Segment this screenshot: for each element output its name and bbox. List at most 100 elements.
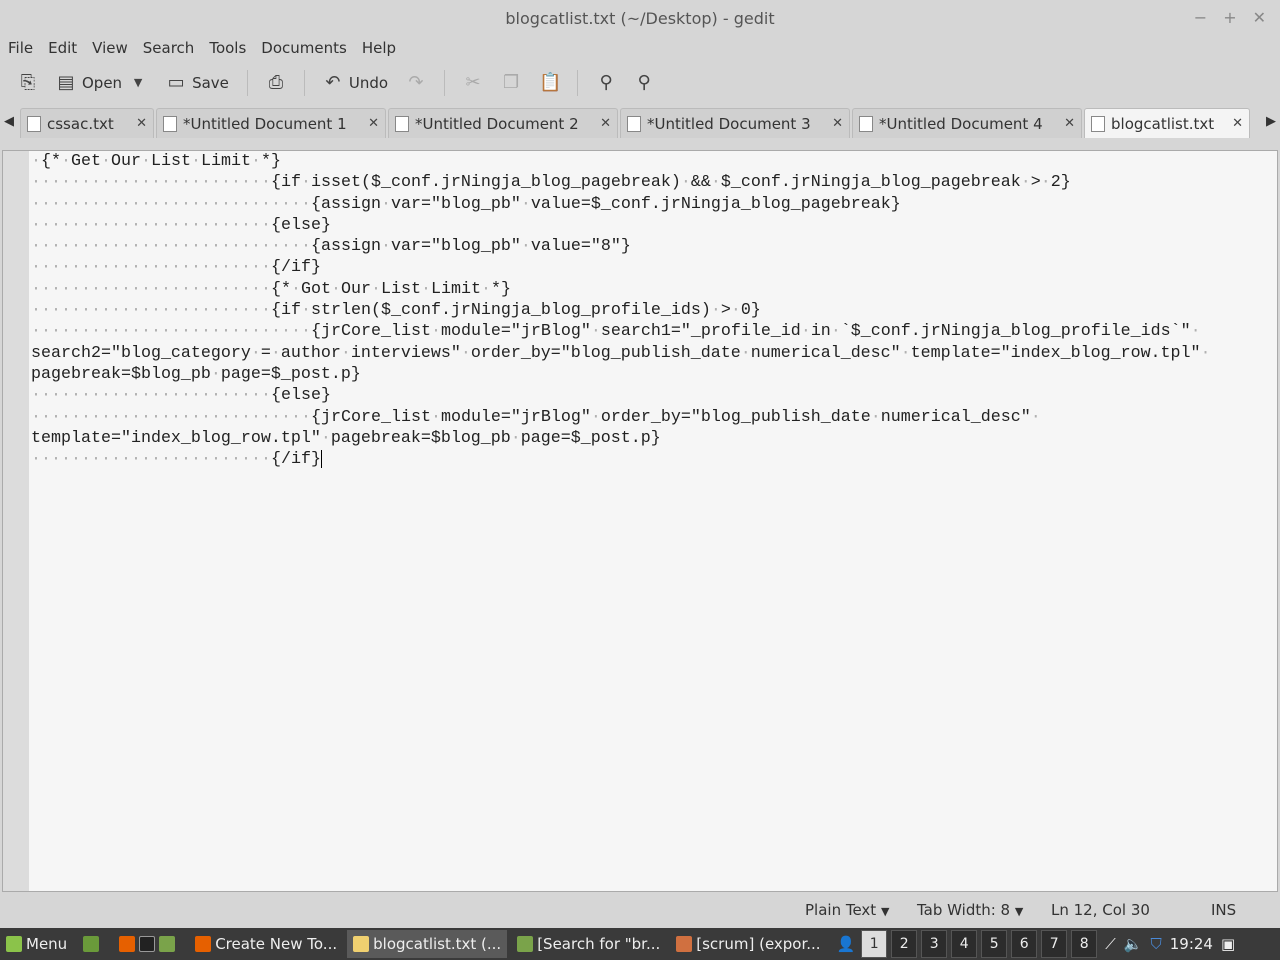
menu-documents[interactable]: Documents [261,39,347,57]
user-icon[interactable]: 👤 [837,935,856,953]
code-line: ························{if·strlen($_con… [31,301,761,321]
language-selector[interactable]: Plain Text ▼ [805,901,889,919]
new-document-icon: ⎘ [20,72,36,93]
tab-blogcatlist[interactable]: blogcatlist.txt ✕ [1084,108,1250,138]
paste-button[interactable]: 📋 [533,69,565,97]
code-line: ····························{assign·var=… [31,237,631,257]
tab-bar: ◀ cssac.txt ✕ *Untitled Document 1 ✕ *Unti… [0,106,1280,138]
code-line: ························{*·Got·Our·List·… [31,279,511,299]
desktop-icon [83,936,100,952]
code-line: ····························{assign·var=… [31,194,901,214]
close-tab-icon[interactable]: ✕ [1064,116,1075,131]
tab-label: *Untitled Document 4 [879,114,1043,133]
scroll-right-icon[interactable]: ▶ [1266,114,1276,129]
tab-width-selector[interactable]: Tab Width: 8 ▼ [917,901,1023,919]
task-files[interactable]: [Search for "br... [511,930,666,958]
terminal-icon[interactable] [139,936,156,952]
maximize-icon[interactable]: + [1223,8,1236,27]
chevron-down-icon[interactable]: ▼ [128,73,148,93]
tab-untitled-2[interactable]: *Untitled Document 2 ✕ [388,108,618,138]
clock[interactable]: 19:24 [1170,935,1213,953]
copy-button[interactable]: ❐ [495,69,527,97]
redo-button[interactable]: ↷ [400,69,432,97]
minimize-icon[interactable]: − [1194,8,1207,27]
task-label: [scrum] (expor... [696,935,821,953]
workspace-1[interactable]: 1 [861,930,888,958]
show-desktop-icon[interactable]: ▣ [1221,935,1235,953]
volume-icon[interactable]: 🔈 [1124,935,1143,953]
menu-file[interactable]: File [8,39,33,57]
close-tab-icon[interactable]: ✕ [1232,116,1243,131]
document-icon [627,115,641,132]
close-tab-icon[interactable]: ✕ [136,116,147,131]
tab-label: *Untitled Document 2 [415,114,579,133]
folder-icon [517,936,534,952]
shield-icon[interactable]: ⛉ [1150,935,1161,953]
workspace-4[interactable]: 4 [951,930,978,958]
launcher-firefox[interactable] [113,930,185,958]
tab-label: *Untitled Document 3 [647,114,811,133]
cut-button[interactable]: ✂ [457,69,489,97]
menu-edit[interactable]: Edit [48,39,77,57]
tab-untitled-3[interactable]: *Untitled Document 3 ✕ [620,108,850,138]
save-button[interactable]: ▭ Save [160,69,235,97]
close-tab-icon[interactable]: ✕ [832,116,843,131]
folder-icon[interactable] [159,936,176,952]
code-line: pagebreak=$blog_pb·page=$_post.p} [31,364,361,384]
network-icon[interactable]: ⟋ [1105,935,1116,953]
task-gedit[interactable]: blogcatlist.txt (... [347,930,508,958]
workspace-5[interactable]: 5 [981,930,1008,958]
tab-cssac[interactable]: cssac.txt ✕ [20,108,154,138]
status-bar: Plain Text ▼ Tab Width: 8 ▼ Ln 12, Col 3… [0,896,1280,924]
tab-untitled-4[interactable]: *Untitled Document 4 ✕ [852,108,1082,138]
undo-icon: ↶ [325,72,341,93]
language-label: Plain Text [805,901,877,919]
document-icon [859,115,873,132]
code-line: ····························{jrCore_list… [31,407,1041,427]
task-label: Create New To... [215,935,338,953]
tab-label: blogcatlist.txt [1111,114,1215,133]
start-menu-button[interactable]: Menu [0,930,73,958]
scroll-left-icon[interactable]: ◀ [4,114,14,129]
launcher-desktop[interactable] [77,930,109,958]
open-button[interactable]: ▤ Open ▼ [50,69,154,97]
code-line: template="index_blog_row.tpl"·pagebreak=… [31,428,661,448]
menu-help[interactable]: Help [362,39,396,57]
workspace-6[interactable]: 6 [1011,930,1038,958]
task-scrum[interactable]: [scrum] (expor... [670,930,826,958]
chevron-down-icon: ▼ [880,905,890,918]
firefox-icon [195,936,212,952]
close-tab-icon[interactable]: ✕ [600,116,611,131]
save-icon: ▭ [167,72,185,93]
code-line: ························{else} [31,215,331,235]
new-button[interactable]: ⎘ [12,69,44,97]
workspace-3[interactable]: 3 [921,930,948,958]
close-tab-icon[interactable]: ✕ [368,116,379,131]
image-icon [676,936,693,952]
divider [246,70,248,96]
window-title: blogcatlist.txt (~/Desktop) - gedit [505,8,775,28]
tab-untitled-1[interactable]: *Untitled Document 1 ✕ [156,108,386,138]
taskbar: Menu Create New To... blogcatlist.txt (.… [0,928,1280,960]
workspace-8[interactable]: 8 [1071,930,1098,958]
open-label: Open [82,74,123,92]
menu-view[interactable]: View [92,39,128,57]
replace-button[interactable]: ⚲ [628,69,660,97]
code-content[interactable]: ·{*·Get·Our·List·Limit·*} ···············… [31,151,1211,470]
workspace-7[interactable]: 7 [1041,930,1068,958]
find-button[interactable]: ⚲ [590,69,622,97]
workspace-2[interactable]: 2 [891,930,918,958]
close-icon[interactable]: ✕ [1253,8,1266,27]
search-icon: ⚲ [599,72,613,93]
code-line: ························{else} [31,386,331,406]
undo-button[interactable]: ↶ Undo [317,69,394,97]
menu-search[interactable]: Search [143,39,195,57]
task-label: blogcatlist.txt (... [373,935,502,953]
menu-bar: File Edit View Search Tools Documents He… [0,36,1280,60]
search-replace-icon: ⚲ [637,72,651,93]
task-firefox[interactable]: Create New To... [189,930,343,958]
tab-label: cssac.txt [47,114,114,133]
print-button[interactable]: ⎙ [260,69,292,97]
text-editor[interactable]: ·{*·Get·Our·List·Limit·*} ···············… [2,150,1278,892]
menu-tools[interactable]: Tools [209,39,246,57]
